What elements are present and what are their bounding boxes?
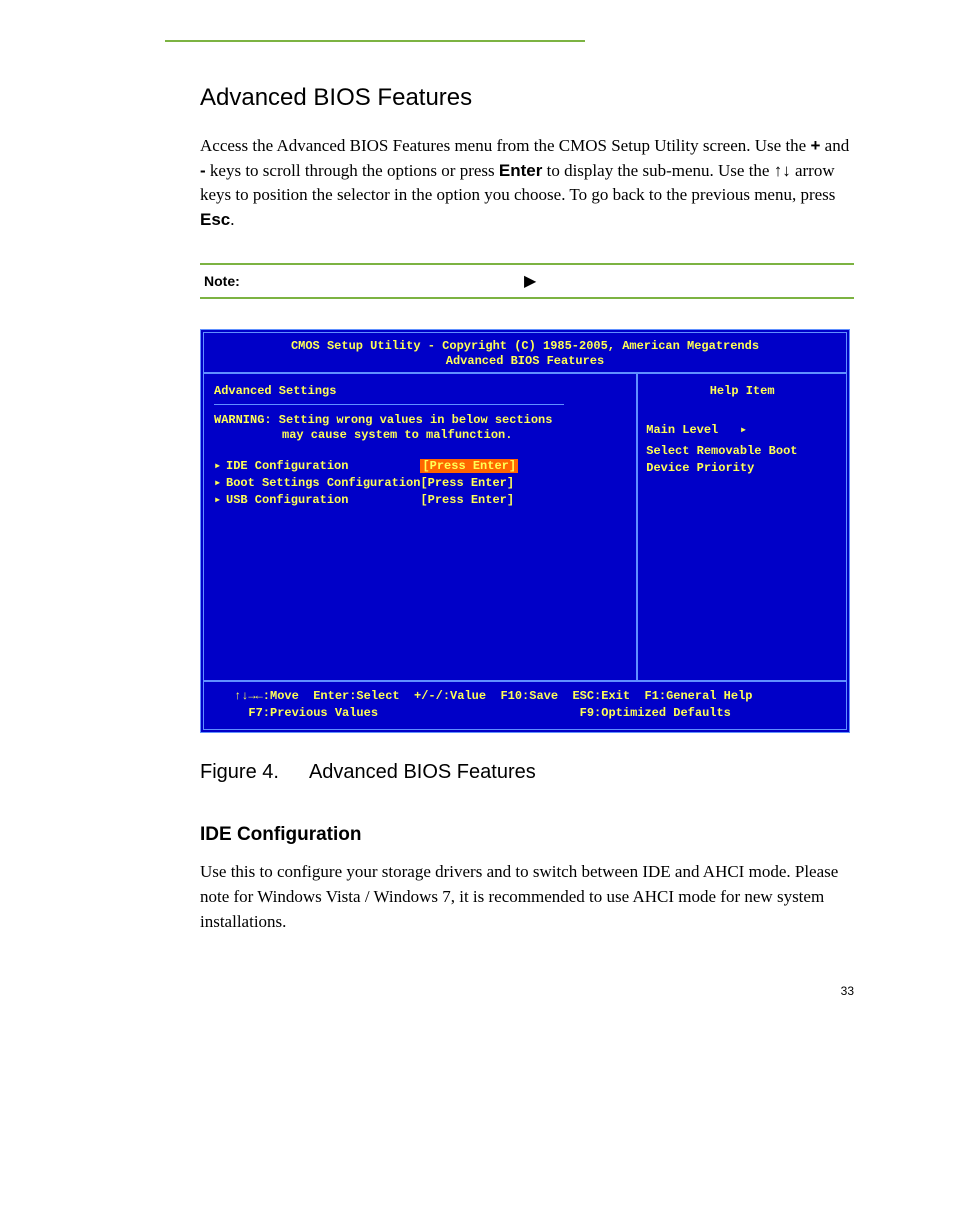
figure-title: Advanced BIOS Features: [309, 761, 536, 783]
figure-caption: Figure 4. Advanced BIOS Features: [200, 761, 854, 784]
intro-text: .: [230, 210, 234, 229]
intro-text: Access the Advanced BIOS Features menu f…: [200, 136, 810, 155]
footer-line: F7:Previous Values F9:Optimized Defaults: [234, 705, 836, 722]
bios-title-line: Advanced BIOS Features: [208, 354, 842, 370]
header-rule: [165, 40, 585, 42]
bios-body: Advanced Settings WARNING: Setting wrong…: [204, 372, 846, 682]
bios-left-heading: Advanced Settings: [214, 384, 626, 398]
note-arrow-icon: ▶: [524, 271, 536, 291]
item-label: USB Configuration: [226, 493, 348, 507]
triangle-icon: ▸: [214, 475, 226, 492]
intro-text: to display the sub-menu. Use the: [542, 161, 773, 180]
help-text-line: Device Priority: [646, 460, 838, 477]
triangle-icon: ▸: [214, 492, 226, 509]
page-number: 33: [100, 984, 854, 998]
bios-title-line: CMOS Setup Utility - Copyright (C) 1985-…: [208, 339, 842, 355]
enter-key: Enter: [499, 161, 542, 180]
figure-number: Figure 4.: [200, 761, 279, 783]
bios-help-text: Select Removable Boot Device Priority: [646, 443, 838, 477]
bios-left-pane: Advanced Settings WARNING: Setting wrong…: [204, 374, 638, 680]
bios-right-pane: Help Item Main Level ▸ Select Removable …: [638, 374, 846, 680]
bios-warning-line: may cause system to malfunction.: [214, 428, 626, 444]
intro-text: and: [820, 136, 849, 155]
triangle-icon: ▸: [214, 458, 226, 475]
bios-help-row: Main Level ▸: [646, 422, 838, 437]
bios-menu-item[interactable]: ▸USB Configuration [Press Enter]: [214, 492, 626, 509]
section-title: Advanced BIOS Features: [200, 84, 854, 112]
intro-paragraph: Access the Advanced BIOS Features menu f…: [200, 134, 854, 233]
bios-warning: WARNING: Setting wrong values in below s…: [214, 413, 626, 444]
subsection-body: Use this to configure your storage drive…: [200, 860, 854, 934]
item-value: [Press Enter]: [420, 493, 514, 507]
bios-title: CMOS Setup Utility - Copyright (C) 1985-…: [204, 333, 846, 372]
item-value-selected: [Press Enter]: [420, 459, 518, 473]
divider: [214, 404, 564, 405]
arrow-keys-icon: ↑↓: [774, 161, 791, 180]
footer-line: ↑↓→←:Move Enter:Select +/-/:Value F10:Sa…: [234, 688, 836, 705]
bios-screenshot: CMOS Setup Utility - Copyright (C) 1985-…: [200, 329, 850, 734]
intro-text: keys to scroll through the options or pr…: [206, 161, 499, 180]
bios-menu-item[interactable]: ▸IDE Configuration [Press Enter]: [214, 458, 626, 475]
item-label: Boot Settings Configuration: [226, 476, 420, 490]
item-value: [Press Enter]: [420, 476, 514, 490]
plus-key: +: [810, 136, 820, 155]
page-header: Configuring the BIOS: [100, 40, 854, 48]
bios-footer: ↑↓→←:Move Enter:Select +/-/:Value F10:Sa…: [204, 682, 846, 730]
bios-menu-item[interactable]: ▸Boot Settings Configuration[Press Enter…: [214, 475, 626, 492]
note-box: Note: ▶: [200, 263, 854, 299]
esc-key: Esc: [200, 210, 230, 229]
note-label: Note:: [204, 273, 504, 289]
subsection-title: IDE Configuration: [200, 824, 854, 846]
bios-warning-line: WARNING: Setting wrong values in below s…: [214, 413, 626, 429]
help-text-line: Select Removable Boot: [646, 443, 838, 460]
bios-right-heading: Help Item: [646, 384, 838, 398]
item-label: IDE Configuration: [226, 459, 348, 473]
